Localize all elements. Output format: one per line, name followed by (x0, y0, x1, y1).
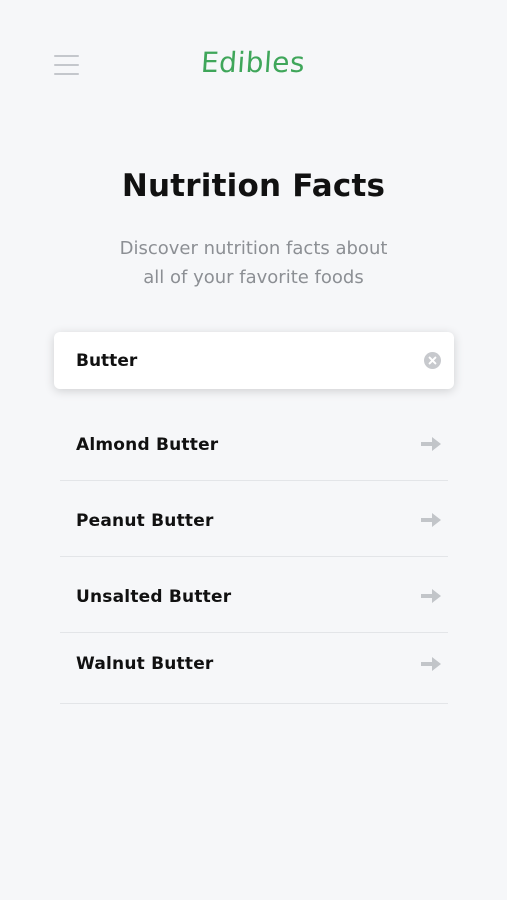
result-item-label: Almond Butter (76, 435, 219, 455)
result-item-label: Peanut Butter (76, 511, 214, 531)
result-item-walnut-butter[interactable]: Walnut Butter (60, 633, 448, 704)
arrow-right-icon (421, 437, 441, 451)
top-bar: Edibles (0, 0, 507, 130)
search-results-list: Almond Butter Peanut Butter Unsalted But… (60, 405, 448, 704)
brand-logo[interactable]: Edibles (0, 46, 507, 79)
page-title: Nutrition Facts (121, 168, 386, 204)
arrow-right-icon (421, 589, 441, 603)
arrow-right-icon (421, 513, 441, 527)
result-item-peanut-butter[interactable]: Peanut Butter (60, 481, 448, 557)
result-item-label: Walnut Butter (76, 654, 214, 674)
result-item-almond-butter[interactable]: Almond Butter (60, 405, 448, 481)
page-subtitle: Discover nutrition facts about all of yo… (80, 234, 427, 292)
arrow-right-icon (421, 657, 441, 671)
subtitle-line-1: Discover nutrition facts about (119, 238, 388, 259)
search-input[interactable] (76, 332, 406, 389)
clear-search-icon[interactable] (424, 352, 441, 369)
subtitle-line-2: all of your favorite foods (143, 267, 364, 288)
result-item-label: Unsalted Butter (76, 587, 232, 607)
search-box (54, 332, 454, 389)
result-item-unsalted-butter[interactable]: Unsalted Butter (60, 557, 448, 633)
brand-name: Edibles (200, 46, 307, 79)
